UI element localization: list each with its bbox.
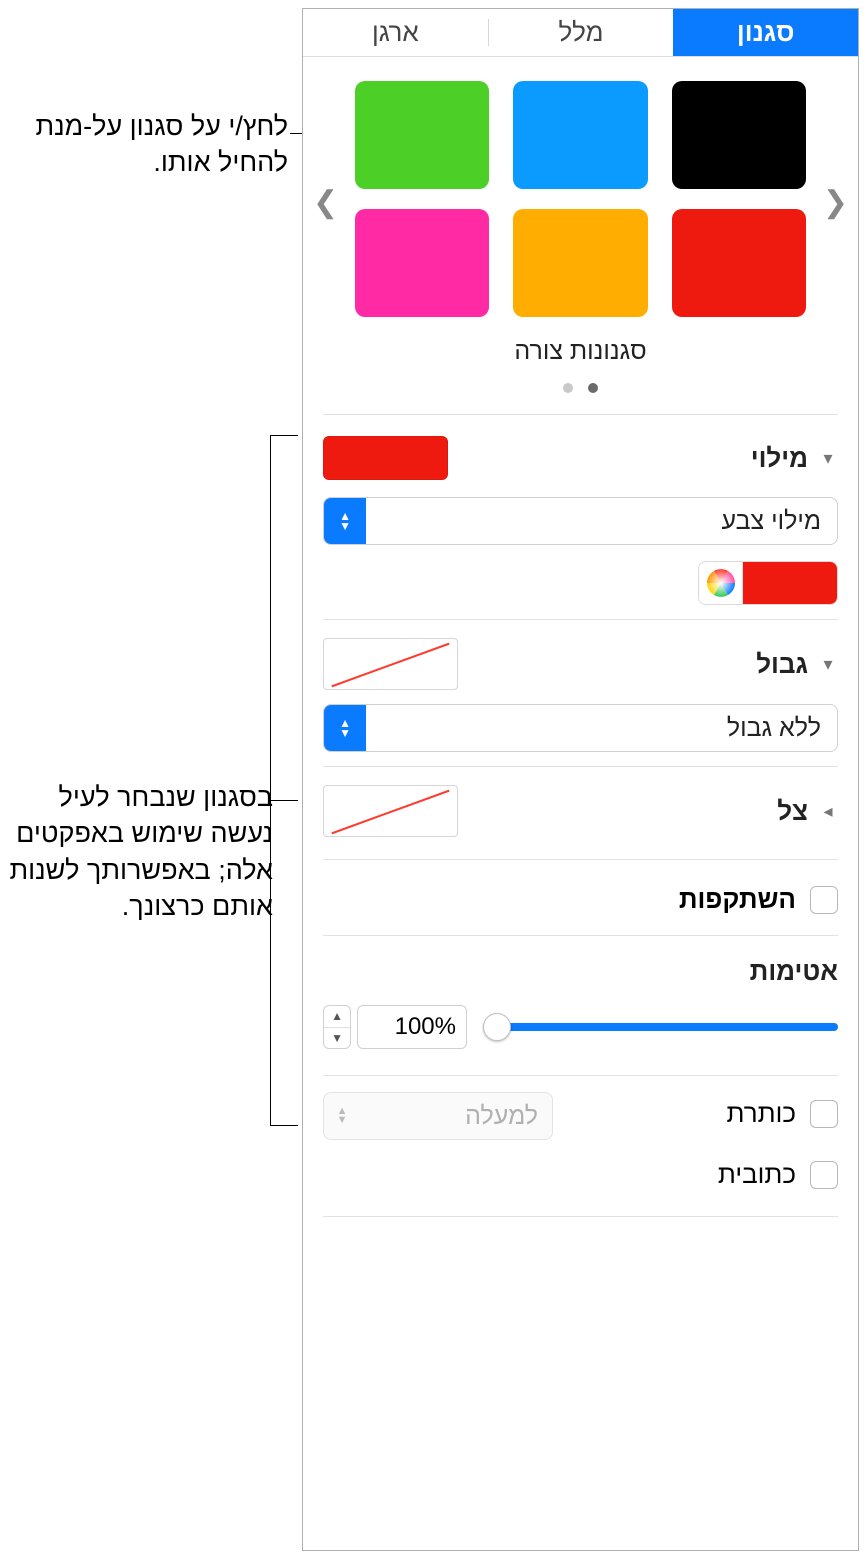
opacity-value-input[interactable]: 100% [357,1005,467,1049]
subtitle-checkbox[interactable] [810,1161,838,1189]
opacity-slider[interactable] [483,1023,838,1031]
no-shadow-icon [331,790,449,835]
callout-style: לחץ/י על סגנון על-מנת להחיל אותו. [8,108,288,181]
style-swatch-black[interactable] [672,81,806,189]
separator [323,766,838,767]
tab-bar: סגנון מלל ארגן [303,9,858,57]
styles-prev[interactable]: ❮ [823,185,848,220]
popup-arrows-icon: ▲▼ [324,705,366,751]
fill-type-label: מילוי צבע [366,507,837,536]
page-dot[interactable] [563,383,573,393]
shape-styles-caption: סגנונות צורה [319,337,842,366]
style-swatch-red[interactable] [672,209,806,317]
callout-bracket [270,435,271,1125]
fill-title: מילוי [751,443,808,474]
callout-effects: בסגנון שנבחר לעיל נעשה שימוש באפקטים אלה… [8,779,273,925]
styles-next[interactable]: ❯ [313,185,338,220]
style-swatch-blue[interactable] [513,81,647,189]
reflection-section: השתקפות [303,870,858,925]
stepper-down-icon[interactable]: ▼ [324,1028,350,1049]
chevron-down-icon[interactable]: ▾ [818,654,838,675]
border-preview[interactable] [323,638,458,690]
tab-style[interactable]: סגנון [673,9,858,56]
title-position-popup[interactable]: למעלה ▲▼ [323,1092,553,1140]
chevron-down-icon[interactable]: ▾ [818,448,838,469]
fill-color-well[interactable] [743,562,837,604]
style-swatch-pink[interactable] [355,209,489,317]
page-dot[interactable] [588,383,598,393]
no-border-icon [331,643,449,688]
format-inspector: סגנון מלל ארגן ❮ ❯ סגנונות צורה ▾ מילוי [302,8,859,1551]
border-title: גבול [756,649,808,680]
separator [323,1075,838,1076]
color-wheel-icon [707,569,735,597]
popup-arrows-icon: ▲▼ [324,1107,360,1125]
shadow-title: צל [777,796,808,827]
fill-current-swatch[interactable] [323,436,448,480]
separator [323,414,838,415]
border-type-label: ללא גבול [366,714,837,743]
shadow-preview[interactable] [323,785,458,837]
separator [323,859,838,860]
reflection-label: השתקפות [679,884,796,915]
separator [323,935,838,936]
tab-arrange[interactable]: ארגן [303,9,488,56]
tab-separator [488,19,489,46]
callout-line [270,435,298,436]
callout-line [270,1125,298,1126]
separator [323,619,838,620]
title-position-label: למעלה [360,1102,552,1131]
page-dots [319,372,842,400]
fill-type-popup[interactable]: מילוי צבע ▲▼ [323,497,838,545]
border-section: ▾ גבול ללא גבול ▲▼ [303,630,858,756]
style-swatch-green[interactable] [355,81,489,189]
title-checkbox[interactable] [810,1100,838,1128]
border-type-popup[interactable]: ללא גבול ▲▼ [323,704,838,752]
stepper-up-icon[interactable]: ▲ [324,1006,350,1028]
shadow-section: ◂ צל [303,777,858,841]
fill-section: ▾ מילוי מילוי צבע ▲▼ [303,425,858,609]
title-label: כותרת [727,1098,796,1129]
opacity-section: אטימות 100% ▲ ▼ [303,946,858,1053]
fill-color-picker[interactable] [698,561,838,605]
shape-styles: ❮ ❯ סגנונות צורה [303,57,858,404]
separator [323,1216,838,1217]
style-swatch-orange[interactable] [513,209,647,317]
callout-line [270,800,298,801]
popup-arrows-icon: ▲▼ [324,498,366,544]
color-wheel-button[interactable] [699,562,743,604]
chevron-left-icon[interactable]: ◂ [818,801,838,822]
tab-text[interactable]: מלל [489,9,674,56]
slider-thumb[interactable] [483,1013,511,1041]
title-subtitle-section: כותרת כתובית למעלה ▲▼ [303,1086,858,1202]
opacity-title: אטימות [323,956,838,987]
opacity-stepper[interactable]: ▲ ▼ [323,1005,351,1049]
reflection-checkbox[interactable] [810,886,838,914]
subtitle-label: כתובית [718,1159,796,1190]
